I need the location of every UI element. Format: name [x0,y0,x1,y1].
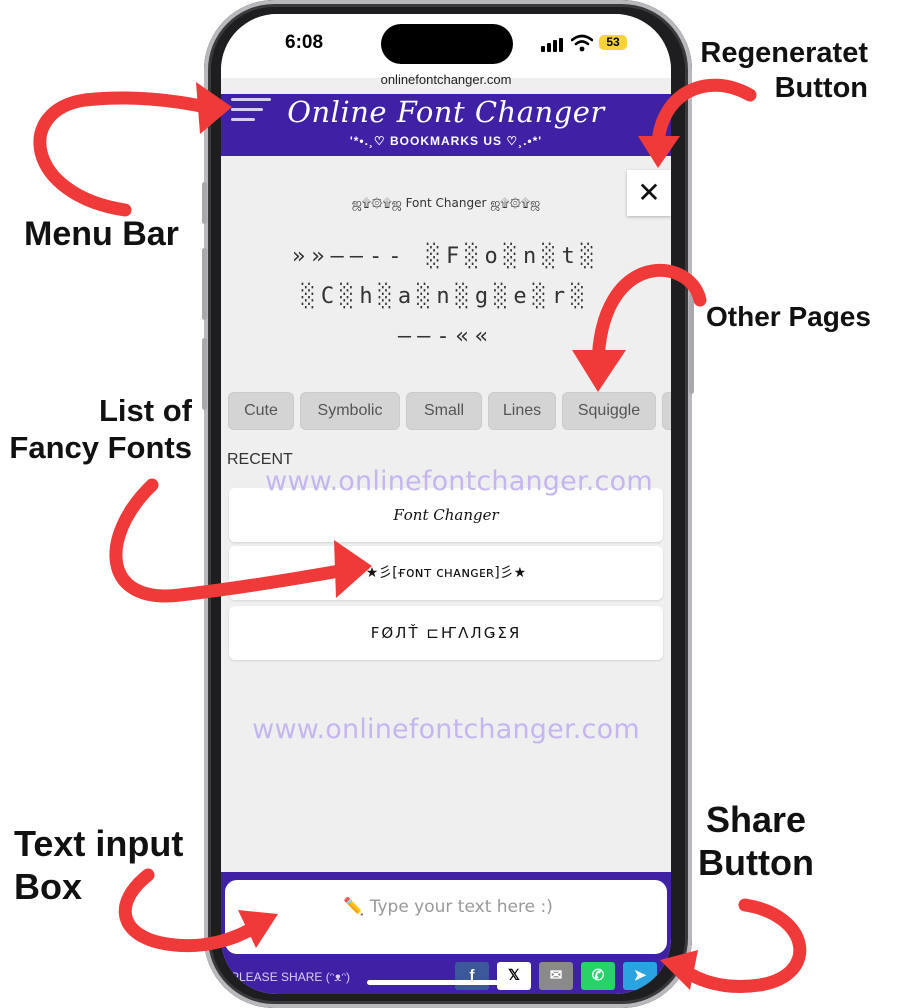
home-indicator[interactable] [367,980,527,985]
site-logo-subtitle: '*•.¸♡ BOOKMARKS US ♡¸.•*' [349,134,543,148]
annotation-share-button: Share Button [698,799,814,884]
annotation-regenerate-line: Regeneratet Button [700,37,868,104]
annotation-regenerate: Regeneratet Button [690,36,868,106]
phone-volume-up [202,248,207,320]
tab-lines[interactable]: Lines [488,392,556,430]
email-share-button[interactable]: ✉ [539,962,573,990]
status-time: 6:08 [285,32,324,53]
phone-volume-down [202,338,207,410]
annotation-other-pages: Other Pages [706,301,871,332]
preview-line-1[interactable]: »»——-- ░F░o░n░t░ [221,244,671,269]
annotation-fancy-fonts: List of Fancy Fonts [9,393,192,466]
x-share-button[interactable]: 𝕏 [497,962,531,990]
share-button-arrow [673,898,807,993]
preview-small-title[interactable]: ஜ۩۞۩ஜ Font Changer ஜ۩۞۩ஜ [221,196,671,212]
font-category-tabs: Cute Symbolic Small Lines Squiggle [225,392,671,430]
menu-bar-arrow [33,91,217,217]
share-prompt-text: PLEASE SHARE (ᵔᴥᵔ) [231,970,351,984]
tab-squiggle[interactable]: Squiggle [562,392,656,430]
tab-symbolic[interactable]: Symbolic [300,392,400,430]
preview-line-2[interactable]: ░C░h░a░n░g░e░r░ [221,284,671,309]
text-input[interactable] [225,880,671,934]
whatsapp-share-button[interactable]: ✆ [581,962,615,990]
dynamic-island [381,24,513,64]
tab-more[interactable] [662,392,671,430]
phone-power-button [689,294,694,394]
cellular-signal-icon [541,38,565,52]
recent-font-card[interactable]: FØЛŤ ⊏ҤΛЛǤΣЯ [229,606,663,660]
annotation-menu-bar: Menu Bar [24,215,179,253]
watermark-text: www.onlinefontchanger.com [265,466,653,497]
phone-screen: 6:08 53 onlinefontchanger.com Online Fon… [221,14,671,994]
browser-url[interactable]: onlinefontchanger.com [221,72,671,87]
facebook-share-button[interactable]: f [455,962,489,990]
tab-small[interactable]: Small [406,392,482,430]
preview-line-3[interactable]: ——-«« [221,324,671,349]
watermark-text: www.onlinefontchanger.com [252,714,640,745]
text-input-box [225,880,671,954]
annotation-text-input: Text input Box [14,823,184,908]
tab-cute[interactable]: Cute [228,392,294,430]
telegram-share-button[interactable]: ➤ [623,962,657,990]
phone-action-button [202,182,207,224]
site-logo-title[interactable]: Online Font Changer [221,95,671,129]
battery-indicator: 53 [599,35,627,50]
recent-font-card[interactable]: ★彡[ғᴏɴᴛ ᴄʜᴀɴɢᴇʀ]彡★ [229,546,663,600]
wifi-icon [571,34,593,52]
